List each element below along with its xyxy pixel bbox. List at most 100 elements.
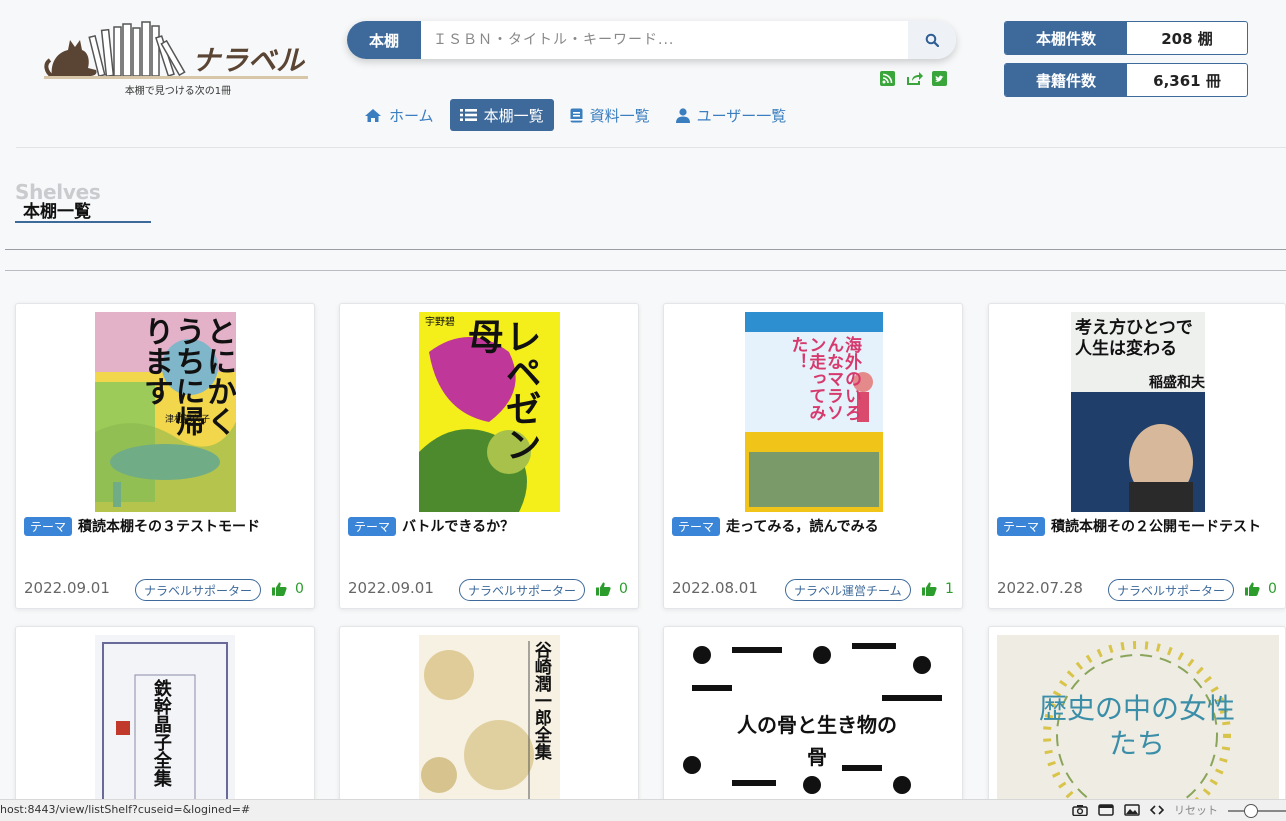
shelf-title-text: 走ってみる，読んでみる bbox=[726, 519, 879, 535]
user-icon bbox=[675, 107, 690, 123]
status-tools: リセット bbox=[1072, 802, 1286, 818]
stat-book-count: 書籍件数 6,361 冊 bbox=[1004, 63, 1248, 97]
cover-title: 歴史の中の女性たち bbox=[1038, 692, 1235, 760]
shelf-title-text: 積読本棚その３テストモード bbox=[78, 519, 261, 535]
shelf-date: 2022.08.01 bbox=[672, 579, 758, 597]
social-links bbox=[880, 71, 947, 86]
book-cover[interactable]: 考え方ひとつで人生は変わる 稲盛和夫 bbox=[1071, 312, 1205, 512]
theme-badge: テーマ bbox=[24, 516, 73, 536]
cover-title: 鉄幹晶子全集 bbox=[150, 679, 172, 787]
list-icon bbox=[459, 109, 477, 121]
twitter-icon[interactable] bbox=[932, 71, 947, 86]
like-button[interactable]: 0 bbox=[1245, 581, 1277, 597]
book-cover[interactable]: とにかくうちに帰ります 津村記久子 bbox=[95, 312, 236, 512]
zoom-slider[interactable] bbox=[1228, 803, 1286, 818]
search-button[interactable] bbox=[908, 21, 956, 59]
stat-value: 6,361 冊 bbox=[1153, 71, 1221, 90]
like-button[interactable]: 0 bbox=[272, 581, 304, 597]
search-icon bbox=[925, 33, 939, 47]
theme-badge: テーマ bbox=[997, 516, 1046, 536]
cover-author: 津村記久子 bbox=[165, 415, 211, 425]
like-button[interactable]: 1 bbox=[922, 581, 954, 597]
shelf-owner-link[interactable]: ナラベルサポーター bbox=[1108, 579, 1235, 601]
cover-author: 稲盛和夫 bbox=[1149, 375, 1205, 391]
search-scope-button[interactable]: 本棚 bbox=[347, 21, 421, 59]
book-cover[interactable]: 人の骨と生き物の骨 bbox=[672, 635, 956, 805]
section-divider bbox=[5, 249, 1286, 250]
nav-item-label: ホーム bbox=[389, 106, 434, 125]
shelf-title[interactable]: テーマ 積読本棚その２公開モードテスト bbox=[997, 516, 1283, 536]
main-nav: ホーム 本棚一覧 資料一覧 ユーザー一覧 bbox=[354, 99, 802, 131]
like-button[interactable]: 0 bbox=[596, 581, 628, 597]
nav-item-home[interactable]: ホーム bbox=[354, 99, 444, 131]
thumbs-up-icon bbox=[1245, 582, 1260, 596]
shelf-owner-link[interactable]: ナラベルサポーター bbox=[459, 579, 586, 601]
shelf-card[interactable]: 考え方ひとつで人生は変わる 稲盛和夫 テーマ 積読本棚その２公開モードテスト 2… bbox=[988, 303, 1286, 609]
search-input[interactable] bbox=[421, 21, 908, 59]
book-cover[interactable]: レペゼン母 宇野碧 bbox=[419, 312, 560, 512]
code-icon[interactable] bbox=[1150, 804, 1164, 816]
shelf-card[interactable]: レペゼン母 宇野碧 テーマ バトルできるか？ 2022.09.01 ナラベルサポ… bbox=[339, 303, 639, 609]
shelf-owner-link[interactable]: ナラベル運営チーム bbox=[785, 579, 911, 601]
nav-item-label: 資料一覧 bbox=[589, 106, 650, 125]
shelf-card[interactable]: 人の骨と生き物の骨 bbox=[663, 626, 963, 806]
site-logo[interactable]: ナラベル 本棚で見つける次の1冊 bbox=[44, 18, 312, 98]
reset-button[interactable]: リセット bbox=[1174, 802, 1218, 818]
like-count: 0 bbox=[1268, 581, 1277, 597]
rss-icon[interactable] bbox=[880, 71, 895, 86]
nav-item-label: 本棚一覧 bbox=[483, 106, 544, 125]
nav-item-label: ユーザー一覧 bbox=[696, 106, 787, 125]
stat-label: 書籍件数 bbox=[1005, 64, 1127, 96]
thumbs-up-icon bbox=[596, 582, 611, 596]
image-icon[interactable] bbox=[1124, 804, 1140, 816]
shelf-title[interactable]: テーマ 走ってみる，読んでみる bbox=[672, 516, 958, 536]
cover-title: 人の骨と生き物の骨 bbox=[737, 713, 897, 769]
nav-item-shelves[interactable]: 本棚一覧 bbox=[449, 99, 554, 131]
stat-value: 208 棚 bbox=[1161, 29, 1213, 48]
cover-title: レペゼン母 bbox=[461, 318, 541, 462]
nav-item-materials[interactable]: 資料一覧 bbox=[560, 99, 660, 131]
home-icon bbox=[365, 108, 381, 122]
shelf-card[interactable]: 谷崎潤一郎全集 bbox=[339, 626, 639, 806]
shelf-title[interactable]: テーマ 積読本棚その３テストモード bbox=[24, 516, 310, 536]
header-divider bbox=[16, 147, 1286, 148]
stat-shelf-count: 本棚件数 208 棚 bbox=[1004, 21, 1248, 55]
shelf-card[interactable]: 歴史の中の女性たち bbox=[988, 626, 1286, 806]
cover-title: 考え方ひとつで人生は変わる bbox=[1075, 318, 1193, 360]
svg-text:ナラベル: ナラベル bbox=[192, 44, 306, 77]
nav-item-users[interactable]: ユーザー一覧 bbox=[666, 99, 797, 131]
like-count: 0 bbox=[295, 581, 304, 597]
book-icon bbox=[570, 108, 583, 122]
cover-title: 谷崎潤一郎全集 bbox=[530, 641, 551, 760]
book-cover[interactable]: 歴史の中の女性たち bbox=[997, 635, 1279, 805]
stat-label: 本棚件数 bbox=[1005, 22, 1127, 54]
like-count: 1 bbox=[945, 581, 954, 597]
window-icon[interactable] bbox=[1098, 804, 1114, 816]
like-count: 0 bbox=[619, 581, 628, 597]
thumbs-up-icon bbox=[272, 582, 287, 596]
shelf-title[interactable]: テーマ バトルできるか？ bbox=[348, 516, 634, 536]
stats-panel: 本棚件数 208 棚 書籍件数 6,361 冊 bbox=[1004, 21, 1248, 105]
heading-underline bbox=[15, 221, 151, 223]
cover-title: 海外のいろんなマラソン走ってみた！ bbox=[787, 336, 861, 421]
theme-badge: テーマ bbox=[348, 516, 397, 536]
camera-icon[interactable] bbox=[1072, 804, 1088, 816]
cover-author: 宇野碧 bbox=[425, 317, 455, 328]
search-bar: 本棚 bbox=[347, 21, 956, 59]
shelf-card[interactable]: とにかくうちに帰ります 津村記久子 テーマ 積読本棚その３テストモード 2022… bbox=[15, 303, 315, 609]
theme-badge: テーマ bbox=[672, 516, 721, 536]
shelf-date: 2022.07.28 bbox=[997, 579, 1083, 597]
book-cover[interactable]: 鉄幹晶子全集 bbox=[95, 635, 235, 805]
shelf-date: 2022.09.01 bbox=[348, 579, 434, 597]
status-url: host:8443/view/listShelf?cuseid=&logined… bbox=[0, 803, 251, 816]
shelf-owner-link[interactable]: ナラベルサポーター bbox=[135, 579, 262, 601]
page-title: 本棚一覧 bbox=[23, 202, 91, 222]
section-divider bbox=[5, 270, 1286, 271]
book-cover[interactable]: 谷崎潤一郎全集 bbox=[419, 635, 560, 805]
logo-cat-books-icon: ナラベル bbox=[44, 21, 308, 79]
share-icon[interactable] bbox=[906, 71, 923, 86]
shelf-date: 2022.09.01 bbox=[24, 579, 110, 597]
shelf-card[interactable]: 鉄幹晶子全集 bbox=[15, 626, 315, 806]
shelf-card[interactable]: 海外のいろんなマラソン走ってみた！ テーマ 走ってみる，読んでみる 2022.0… bbox=[663, 303, 963, 609]
book-cover[interactable]: 海外のいろんなマラソン走ってみた！ bbox=[745, 312, 883, 512]
